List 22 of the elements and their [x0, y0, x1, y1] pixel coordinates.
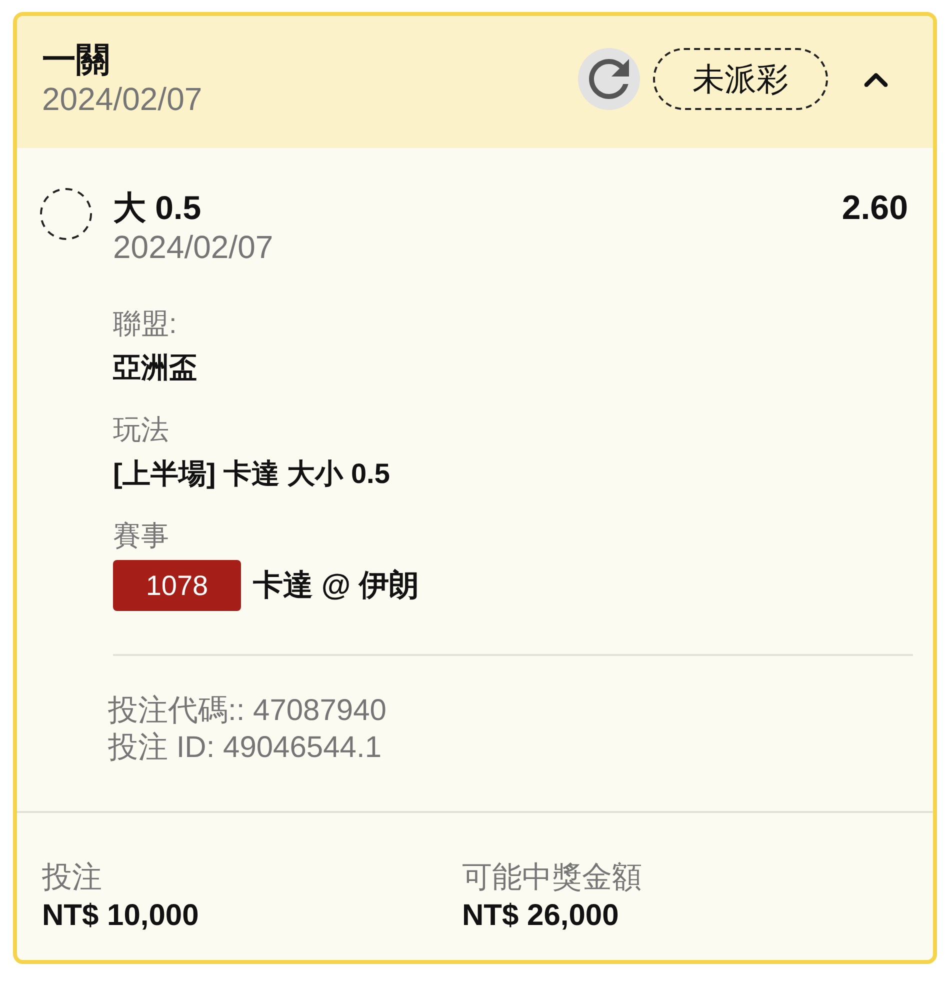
match-teams: 卡達 @ 伊朗	[253, 568, 419, 604]
selection-date: 2024/02/07	[113, 228, 274, 266]
selection-name: 大 0.5	[113, 188, 202, 228]
refresh-icon	[589, 59, 629, 99]
odds-value: 2.60	[842, 188, 908, 228]
chevron-up-icon	[863, 70, 889, 88]
field-value: [上半場] 卡達 大小 0.5	[113, 457, 390, 491]
field-value: 亞洲盃	[113, 351, 197, 385]
card-date: 2024/02/07	[42, 80, 202, 118]
dashed-circle-icon	[40, 188, 92, 240]
amount-value: NT$ 10,000	[42, 898, 199, 934]
amount-label: 投注	[42, 860, 102, 896]
field-label: 聯盟:	[113, 307, 177, 341]
match-number-tag: 1078	[113, 560, 241, 611]
bet-reference: 投注代碼:: 47087940	[108, 693, 386, 729]
card-title: 一關	[42, 40, 110, 80]
status-tag: 未派彩	[653, 48, 828, 110]
bet-reference: 投注 ID: 49046544.1	[108, 730, 382, 766]
field-label: 賽事	[113, 519, 169, 553]
amount-label: 可能中獎金額	[462, 860, 642, 896]
amount-value: NT$ 26,000	[462, 898, 619, 934]
field-label: 玩法	[113, 413, 169, 447]
